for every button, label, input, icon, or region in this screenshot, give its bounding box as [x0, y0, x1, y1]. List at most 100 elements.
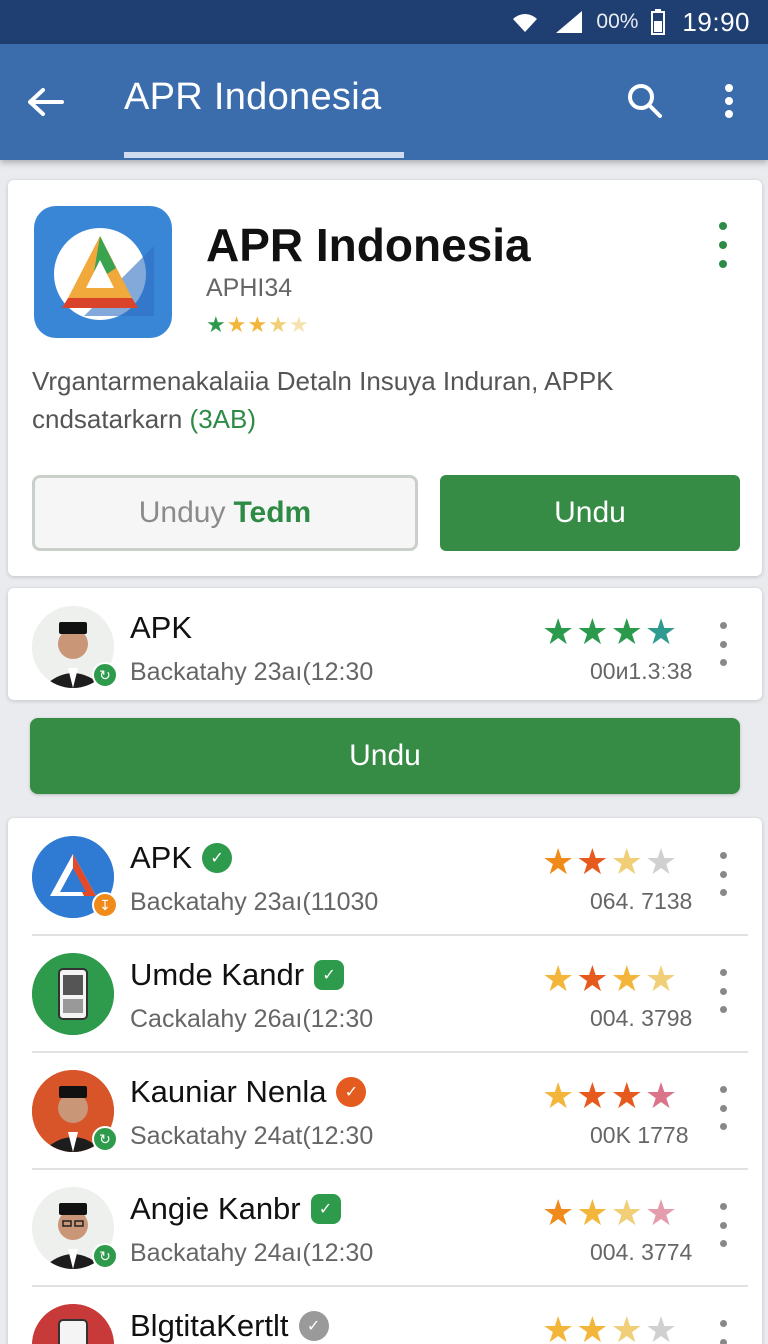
star-icon: ★	[644, 1075, 680, 1116]
status-bar: 00% 19:90	[0, 0, 768, 44]
star-icon: ★	[610, 611, 645, 652]
card-more-icon[interactable]	[708, 222, 738, 268]
star-icon: ★	[542, 1309, 577, 1344]
item-rating: ★★★★	[542, 1078, 679, 1114]
back-arrow-icon[interactable]	[22, 78, 70, 126]
star-icon: ★	[644, 841, 680, 882]
list-item[interactable]: Umde Kandr ✓ Cackalahy 26aı(12:30 ★★★★ 0…	[8, 935, 762, 1051]
star-icon: ★	[576, 958, 611, 999]
item-title: Umde Kandr ✓	[130, 957, 345, 993]
star-icon: ★	[542, 841, 577, 882]
list-item[interactable]: BlgtitaKertlt ✓ ★★★★	[8, 1286, 762, 1344]
description-text: Vrgantarmenakalaiia Detaln Insuya Indura…	[32, 366, 614, 434]
battery-icon	[648, 7, 668, 37]
item-title: APK	[130, 610, 192, 646]
star-icon: ★	[644, 611, 680, 652]
sync-badge-icon: ↻	[92, 1126, 118, 1152]
list-item[interactable]: ↧ APK ✓ Backatahy 23aı(11030 ★★★★ 064. 7…	[8, 818, 762, 934]
star-icon: ★	[288, 312, 310, 337]
battery-percent: 00%	[596, 10, 639, 33]
phone-app-icon	[32, 953, 114, 1035]
search-icon[interactable]	[622, 78, 668, 124]
sync-badge-icon: ↻	[92, 1243, 118, 1269]
star-icon: ★	[644, 1192, 680, 1233]
star-icon: ★	[542, 1075, 577, 1116]
app-name: APR Indonesia	[206, 219, 531, 271]
star-icon: ★	[247, 312, 269, 337]
star-icon: ★	[610, 1309, 645, 1344]
wifi-icon	[508, 7, 542, 37]
app-id: APHI34	[206, 274, 293, 302]
item-count: 004. 3774	[590, 1239, 693, 1265]
star-icon: ★	[542, 1192, 577, 1233]
item-title: APK ✓	[130, 840, 233, 876]
item-rating: ★★★★	[542, 1195, 679, 1231]
verified-badge-icon: ✓	[202, 843, 233, 873]
secondary-button-label: Unduy	[138, 496, 226, 529]
item-title: Kauniar Nenla ✓	[130, 1074, 367, 1110]
app-list: ↧ APK ✓ Backatahy 23aı(11030 ★★★★ 064. 7…	[8, 818, 762, 1344]
list-item[interactable]: ↻ APK Backatahy 23aı(12:30 ★★★★ 00и1.3ː3…	[8, 588, 762, 704]
item-count: 064. 7138	[590, 888, 693, 914]
download-all-button[interactable]: Undu	[30, 718, 740, 794]
signal-icon	[552, 7, 586, 37]
verified-badge-icon: ✓	[310, 1194, 341, 1224]
item-rating: ★★★★	[542, 614, 679, 650]
item-title: BlgtitaKertlt ✓	[130, 1308, 329, 1344]
status-clock: 19:90	[682, 6, 750, 37]
list-item[interactable]: ↻ Angie Kanbr ✓ Backatahy 24aı(12:30 ★★★…	[8, 1169, 762, 1285]
star-icon: ★	[542, 611, 577, 652]
item-more-icon[interactable]	[716, 1203, 730, 1247]
item-title-text: APK	[130, 610, 193, 645]
secondary-button-label-accent: Tedm	[233, 496, 312, 529]
app-logo-icon	[34, 206, 172, 338]
star-icon: ★	[542, 958, 577, 999]
item-subtitle: Sackatahy 24at(12:30	[130, 1122, 374, 1150]
star-icon: ★	[206, 312, 227, 337]
item-count: 00K 1778	[590, 1122, 689, 1148]
item-more-icon[interactable]	[716, 1086, 730, 1130]
star-icon: ★	[576, 1309, 611, 1344]
item-title-text: Kauniar Nenla	[130, 1074, 327, 1109]
star-half-icon: ★	[268, 312, 289, 337]
item-more-icon[interactable]	[716, 852, 730, 896]
tab-indicator	[124, 152, 404, 158]
description-highlight: (3AB)	[189, 404, 256, 434]
item-count: 004. 3798	[590, 1005, 693, 1031]
star-icon: ★	[576, 611, 611, 652]
more-vert-icon[interactable]	[706, 78, 752, 124]
item-subtitle: Backatahy 24aı(12:30	[130, 1239, 374, 1267]
verified-badge-icon: ✓	[298, 1311, 329, 1341]
item-more-icon[interactable]	[716, 622, 730, 666]
star-icon: ★	[610, 958, 645, 999]
star-icon: ★	[576, 1075, 611, 1116]
star-icon: ★	[576, 1192, 611, 1233]
item-rating: ★★★★	[542, 961, 679, 997]
phone-app-icon	[32, 1304, 114, 1344]
item-count: 00и1.3ː38	[590, 658, 693, 684]
item-subtitle: Backatahy 23aı(11030	[130, 888, 379, 916]
star-icon: ★	[576, 841, 611, 882]
star-icon: ★	[610, 1192, 645, 1233]
app-rating: ★★★★★	[206, 312, 310, 338]
item-title-text: Umde Kandr	[130, 957, 305, 992]
featured-review-card[interactable]: ↻ APK Backatahy 23aı(12:30 ★★★★ 00и1.3ː3…	[8, 588, 762, 700]
item-more-icon[interactable]	[716, 1320, 730, 1344]
verified-badge-icon: ✓	[314, 960, 345, 990]
star-icon: ★	[610, 1075, 645, 1116]
verified-badge-icon: ✓	[336, 1077, 367, 1107]
app-bar-title: APR Indonesia	[124, 76, 382, 118]
item-more-icon[interactable]	[716, 969, 730, 1013]
star-icon: ★	[644, 1309, 680, 1344]
item-title-text: BlgtitaKertlt	[130, 1308, 289, 1343]
star-icon: ★	[226, 312, 248, 337]
download-button[interactable]: Undu	[440, 475, 740, 551]
app-bar: APR Indonesia	[0, 44, 768, 160]
list-item[interactable]: ↻ Kauniar Nenla ✓ Sackatahy 24at(12:30 ★…	[8, 1052, 762, 1168]
secondary-download-button[interactable]: Unduy Tedm	[32, 475, 418, 551]
item-title: Angie Kanbr ✓	[130, 1191, 341, 1227]
item-subtitle: Backatahy 23aı(12:30	[130, 658, 374, 686]
item-rating: ★★★★	[542, 1312, 679, 1344]
star-icon: ★	[610, 841, 645, 882]
update-badge-icon: ↧	[92, 892, 118, 918]
